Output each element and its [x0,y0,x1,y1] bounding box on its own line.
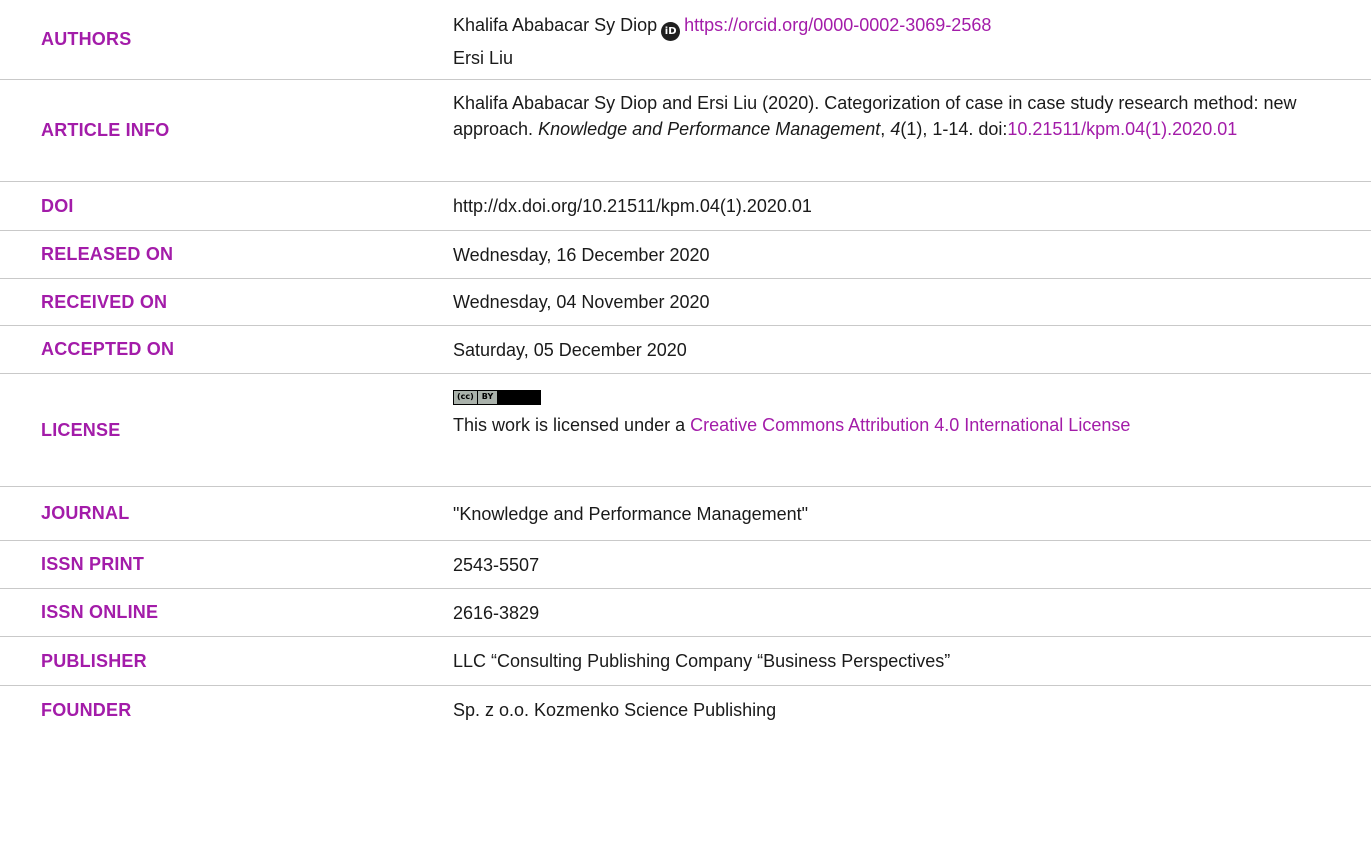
issn-online-label: ISSN ONLINE [41,602,159,622]
row-article-info: ARTICLE INFO Khalifa Ababacar Sy Diop an… [0,80,1371,182]
license-prefix: This work is licensed under a [453,415,691,435]
row-publisher: PUBLISHER LLC “Consulting Publishing Com… [0,637,1371,686]
cc-by-badge-icon[interactable]: (cc) BY [453,389,541,405]
row-accepted-on: ACCEPTED ON Saturday, 05 December 2020 [0,326,1371,374]
row-founder: FOUNDER Sp. z o.o. Kozmenko Science Publ… [0,686,1371,734]
authors-label: AUTHORS [41,29,132,49]
article-info-value: Khalifa Ababacar Sy Diop and Ersi Liu (2… [453,90,1313,142]
founder-value: Sp. z o.o. Kozmenko Science Publishing [453,700,777,720]
accepted-on-label: ACCEPTED ON [41,339,175,359]
released-on-label: RELEASED ON [41,244,174,264]
article-metadata-table: AUTHORS Khalifa Ababacar Sy Diop iD https:… [0,0,1371,734]
row-issn-print: ISSN PRINT 2543-5507 [0,541,1371,589]
founder-label: FOUNDER [41,699,132,720]
doi-value: http://dx.doi.org/10.21511/kpm.04(1).202… [453,196,812,216]
issn-online-value: 2616-3829 [453,602,540,623]
license-value: (cc) BY This work is licensed under a Cr… [453,380,1313,438]
received-on-value: Wednesday, 04 November 2020 [453,292,710,312]
row-released-on: RELEASED ON Wednesday, 16 December 2020 [0,231,1371,279]
author-name: Ersi Liu [453,48,514,68]
citation-separator: , [880,119,891,139]
journal-label: JOURNAL [41,503,130,523]
row-journal: JOURNAL "Knowledge and Performance Manag… [0,487,1371,541]
citation-volume: 4 [890,119,901,139]
cc-badge-cc: (cc) [454,390,478,404]
journal-value: "Knowledge and Performance Management" [453,503,808,524]
publisher-label: PUBLISHER [41,650,147,671]
cc-badge-by: BY [477,390,498,404]
row-license: LICENSE (cc) BY This work is licensed un… [0,374,1371,487]
row-issn-online: ISSN ONLINE 2616-3829 [0,589,1371,637]
article-info-label: ARTICLE INFO [41,120,170,140]
row-authors: AUTHORS Khalifa Ababacar Sy Diop iD https:… [0,0,1371,80]
doi-label: DOI [41,195,74,216]
author-name: Khalifa Ababacar Sy Diop [453,15,658,35]
row-received-on: RECEIVED ON Wednesday, 04 November 2020 [0,279,1371,326]
citation-doi-link[interactable]: 10.21511/kpm.04(1).2020.01 [1007,119,1237,139]
released-on-value: Wednesday, 16 December 2020 [453,244,710,265]
publisher-value: LLC “Consulting Publishing Company “Busi… [453,651,951,671]
orcid-icon[interactable]: iD [661,22,681,41]
issn-print-value: 2543-5507 [453,554,540,575]
cc-badge-bar [497,390,540,404]
accepted-on-value: Saturday, 05 December 2020 [453,339,687,360]
license-text: This work is licensed under a Creative C… [453,412,1313,438]
received-on-label: RECEIVED ON [41,291,168,312]
row-doi: DOI http://dx.doi.org/10.21511/kpm.04(1)… [0,182,1371,231]
orcid-link[interactable]: https://orcid.org/0000-0002-3069-2568 [684,15,991,35]
citation-journal: Knowledge and Performance Management [538,119,881,139]
license-label: LICENSE [41,419,121,440]
issn-print-label: ISSN PRINT [41,554,145,574]
authors-value: Khalifa Ababacar Sy Diop iD https://orcid.… [453,9,1343,75]
license-link[interactable]: Creative Commons Attribution 4.0 Interna… [690,415,1130,435]
citation-issue-pages: (1), 1-14. doi: [900,119,1008,139]
